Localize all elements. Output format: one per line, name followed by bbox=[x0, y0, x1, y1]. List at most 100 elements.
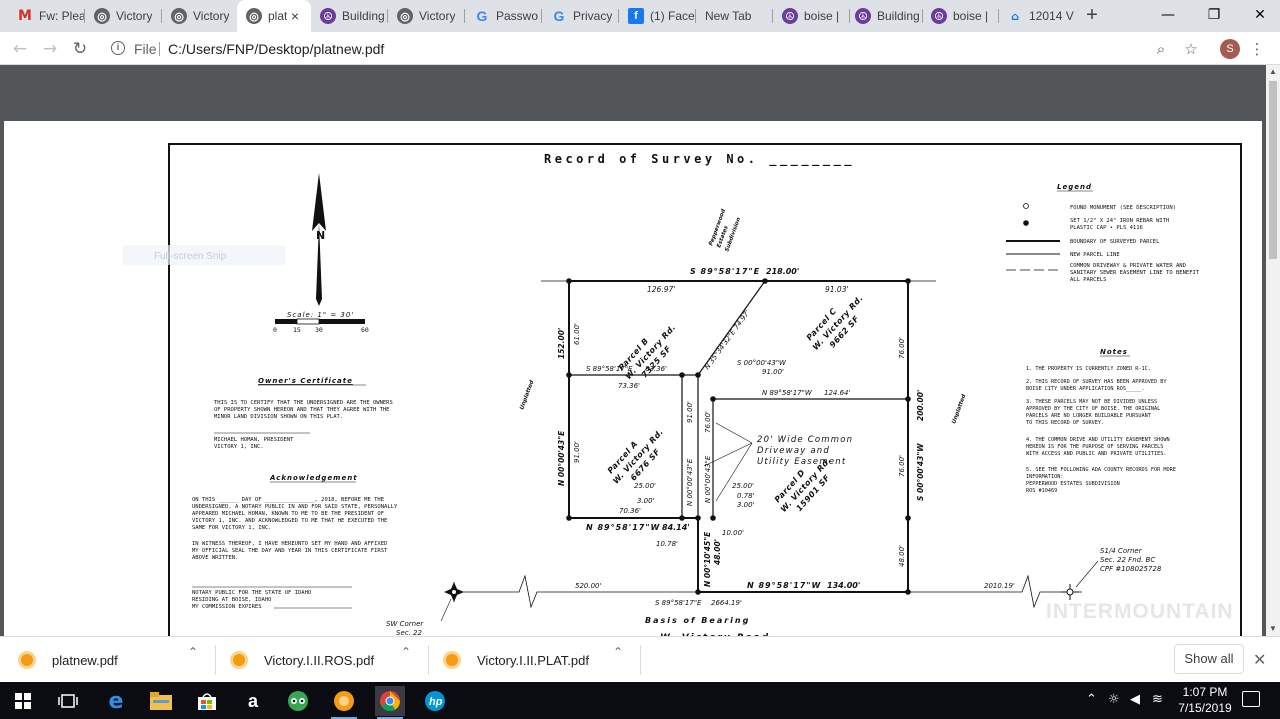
windows-taskbar: e a hp ⌃ ☼ ◀ ≋ 1:07 PM 7/15/2019 bbox=[0, 682, 1280, 719]
tab-boise-2[interactable]: ☮ boise | bbox=[922, 0, 999, 32]
bottom-a-3: 3.00' bbox=[637, 497, 655, 505]
tab-victory-1[interactable]: ◎ Victory bbox=[85, 0, 162, 32]
legend-title: Legend bbox=[1057, 183, 1092, 191]
tray-chevron-icon[interactable]: ⌃ bbox=[1086, 692, 1097, 707]
watermark-text: INTERMOUNTAIN bbox=[1046, 600, 1234, 623]
tab-title: (1) Face bbox=[650, 9, 695, 23]
chevron-up-icon[interactable]: ⌃ bbox=[188, 645, 198, 659]
amazon-icon[interactable]: a bbox=[238, 686, 268, 716]
owners-certificate-title: Owner's Certificate bbox=[258, 377, 353, 385]
menu-icon[interactable]: ⋮ bbox=[1246, 38, 1268, 60]
system-clock[interactable]: 1:07 PM 7/15/2019 bbox=[1172, 684, 1238, 716]
inner-bearing-c: S 00°00'43"W bbox=[737, 359, 787, 367]
profile-avatar[interactable]: S bbox=[1220, 39, 1240, 59]
close-tab-icon[interactable]: × bbox=[287, 8, 303, 24]
a-vertical-distance: 91.00' bbox=[686, 401, 694, 423]
reload-button[interactable]: ↻ bbox=[68, 37, 92, 61]
info-icon[interactable]: i bbox=[111, 41, 125, 55]
chevron-up-icon[interactable]: ⌃ bbox=[613, 645, 623, 659]
scroll-up-arrow-icon[interactable]: ▲ bbox=[1266, 65, 1280, 79]
top-right-distance: 91.03' bbox=[825, 285, 849, 294]
back-button[interactable]: ← bbox=[8, 37, 32, 61]
chrome-icon[interactable] bbox=[375, 686, 405, 719]
forward-button[interactable]: → bbox=[38, 37, 62, 61]
facebook-icon: f bbox=[628, 8, 644, 24]
ack-line: ON THIS ______ DAY OF _______________, 2… bbox=[192, 497, 384, 503]
close-icon[interactable]: ✕ bbox=[1253, 650, 1266, 669]
cd-distance: 124.64' bbox=[824, 389, 850, 397]
file-explorer-icon[interactable] bbox=[146, 686, 176, 716]
show-all-button[interactable]: Show all bbox=[1174, 644, 1244, 674]
easement-label: 20' Wide Common bbox=[757, 435, 853, 445]
tab-title: Building bbox=[877, 9, 920, 23]
download-item[interactable]: Victory.I.II.ROS.pdf bbox=[230, 643, 374, 677]
peace-icon: ☮ bbox=[320, 8, 336, 24]
note-line: 3. THESE PARCELS MAY NOT BE DIVIDED UNLE… bbox=[1026, 399, 1157, 405]
bookmark-star-icon[interactable]: ☆ bbox=[1180, 38, 1202, 60]
bottom-10-78: 10.78' bbox=[656, 540, 678, 548]
address-bar[interactable]: C:/Users/FNP/Desktop/platnew.pdf bbox=[168, 41, 384, 57]
basis-of-bearing-title: Basis of Bearing bbox=[645, 616, 750, 625]
tab-plat-active[interactable]: ◎ plat × bbox=[237, 0, 311, 32]
ack-line: UNDERSIGNED, A NOTARY PUBLIC IN AND FOR … bbox=[192, 504, 398, 510]
note-line: APPROVED BY THE CITY OF BOISE. THE ORIGI… bbox=[1026, 406, 1160, 412]
download-item[interactable]: platnew.pdf bbox=[18, 643, 118, 677]
wifi-icon[interactable]: ≋ bbox=[1152, 692, 1163, 707]
pdf-file-icon bbox=[230, 651, 248, 669]
tab-title: Victory bbox=[116, 9, 153, 23]
tab-new-tab[interactable]: New Tab bbox=[696, 0, 773, 32]
windows-start-icon[interactable] bbox=[8, 686, 38, 716]
volume-icon[interactable]: ◀ bbox=[1130, 692, 1140, 707]
close-window-button[interactable]: ✕ bbox=[1237, 0, 1280, 30]
pdf-app-icon[interactable] bbox=[329, 686, 359, 719]
chevron-up-icon[interactable]: ⌃ bbox=[401, 645, 411, 659]
tab-building-2[interactable]: ☮ Building bbox=[846, 0, 923, 32]
ack-line: APPEARED MICHAEL HOMAN, KNOWN TO ME TO B… bbox=[192, 511, 384, 517]
bottom-a-25: 25.00' bbox=[634, 482, 656, 490]
scroll-down-arrow-icon[interactable]: ▼ bbox=[1266, 622, 1280, 636]
note-line: HEREON IS FOR THE PURPOSE OF SERVING PAR… bbox=[1026, 444, 1163, 450]
s14-corner-label: S1/4 Corner bbox=[1100, 547, 1143, 555]
notary-line: MY COMMISSION EXPIRES bbox=[192, 604, 262, 610]
notification-center-icon[interactable] bbox=[1242, 691, 1260, 707]
left-distance: 152.00' bbox=[557, 328, 566, 359]
note-line: PEPPERWOOD ESTATES SUBDIVISION bbox=[1026, 481, 1120, 487]
tab-facebook[interactable]: f (1) Face bbox=[619, 0, 696, 32]
tab-boise-1[interactable]: ☮ boise | bbox=[773, 0, 850, 32]
zoom-icon[interactable]: ⌕ bbox=[1150, 38, 1172, 60]
tab-victory-3[interactable]: ◎ Victory bbox=[388, 0, 465, 32]
edge-browser-icon[interactable]: e bbox=[101, 686, 131, 716]
tab-building-1[interactable]: ☮ Building bbox=[311, 0, 388, 32]
set-rebar-icon bbox=[1023, 220, 1029, 226]
download-item[interactable]: Victory.I.II.PLAT.pdf bbox=[443, 643, 589, 677]
download-filename: Victory.I.II.PLAT.pdf bbox=[477, 652, 589, 668]
tab-gmail[interactable]: M Fw: Plea bbox=[8, 0, 85, 32]
sw-corner-icon bbox=[444, 582, 464, 602]
tab-title: 12014 V bbox=[1029, 9, 1074, 23]
scroll-thumb[interactable] bbox=[1269, 81, 1277, 259]
s14-corner-label: CPF #108025728 bbox=[1100, 565, 1162, 573]
tripadvisor-icon[interactable] bbox=[283, 686, 313, 716]
ack-line: ABOVE WRITTEN. bbox=[192, 555, 238, 561]
task-view-icon[interactable] bbox=[53, 686, 83, 716]
pdf-scrollbar[interactable]: ▲ ▼ bbox=[1266, 65, 1280, 636]
new-tab-button[interactable]: + bbox=[1080, 4, 1104, 28]
tab-title: Victory bbox=[193, 9, 230, 23]
scale-tick: 30 bbox=[315, 326, 323, 334]
tab-passwords[interactable]: G Passwo bbox=[465, 0, 542, 32]
minimize-button[interactable]: — bbox=[1145, 0, 1191, 30]
note-line: TO THIS RECORD OF SURVEY. bbox=[1026, 420, 1104, 426]
notary-line: NOTARY PUBLIC FOR THE STATE OF IDAHO bbox=[192, 590, 311, 596]
plat-drawing: Record of Survey No. ________ Full-scree… bbox=[123, 143, 1242, 641]
pdf-viewer: Record of Survey No. ________ Full-scree… bbox=[0, 65, 1280, 641]
tab-title: boise | bbox=[804, 9, 840, 23]
hp-icon[interactable]: hp bbox=[420, 686, 450, 716]
pdf-toolbar bbox=[0, 65, 1266, 120]
tab-victory-2[interactable]: ◎ Victory bbox=[162, 0, 237, 32]
clock-date: 7/15/2019 bbox=[1178, 701, 1232, 715]
tab-zillow[interactable]: ⌂ 12014 V bbox=[998, 0, 1075, 32]
maximize-button[interactable]: ❐ bbox=[1191, 0, 1237, 30]
tab-privacy[interactable]: G Privacy bbox=[542, 0, 619, 32]
store-icon[interactable] bbox=[192, 686, 222, 716]
network-icon[interactable]: ☼ bbox=[1108, 692, 1120, 707]
